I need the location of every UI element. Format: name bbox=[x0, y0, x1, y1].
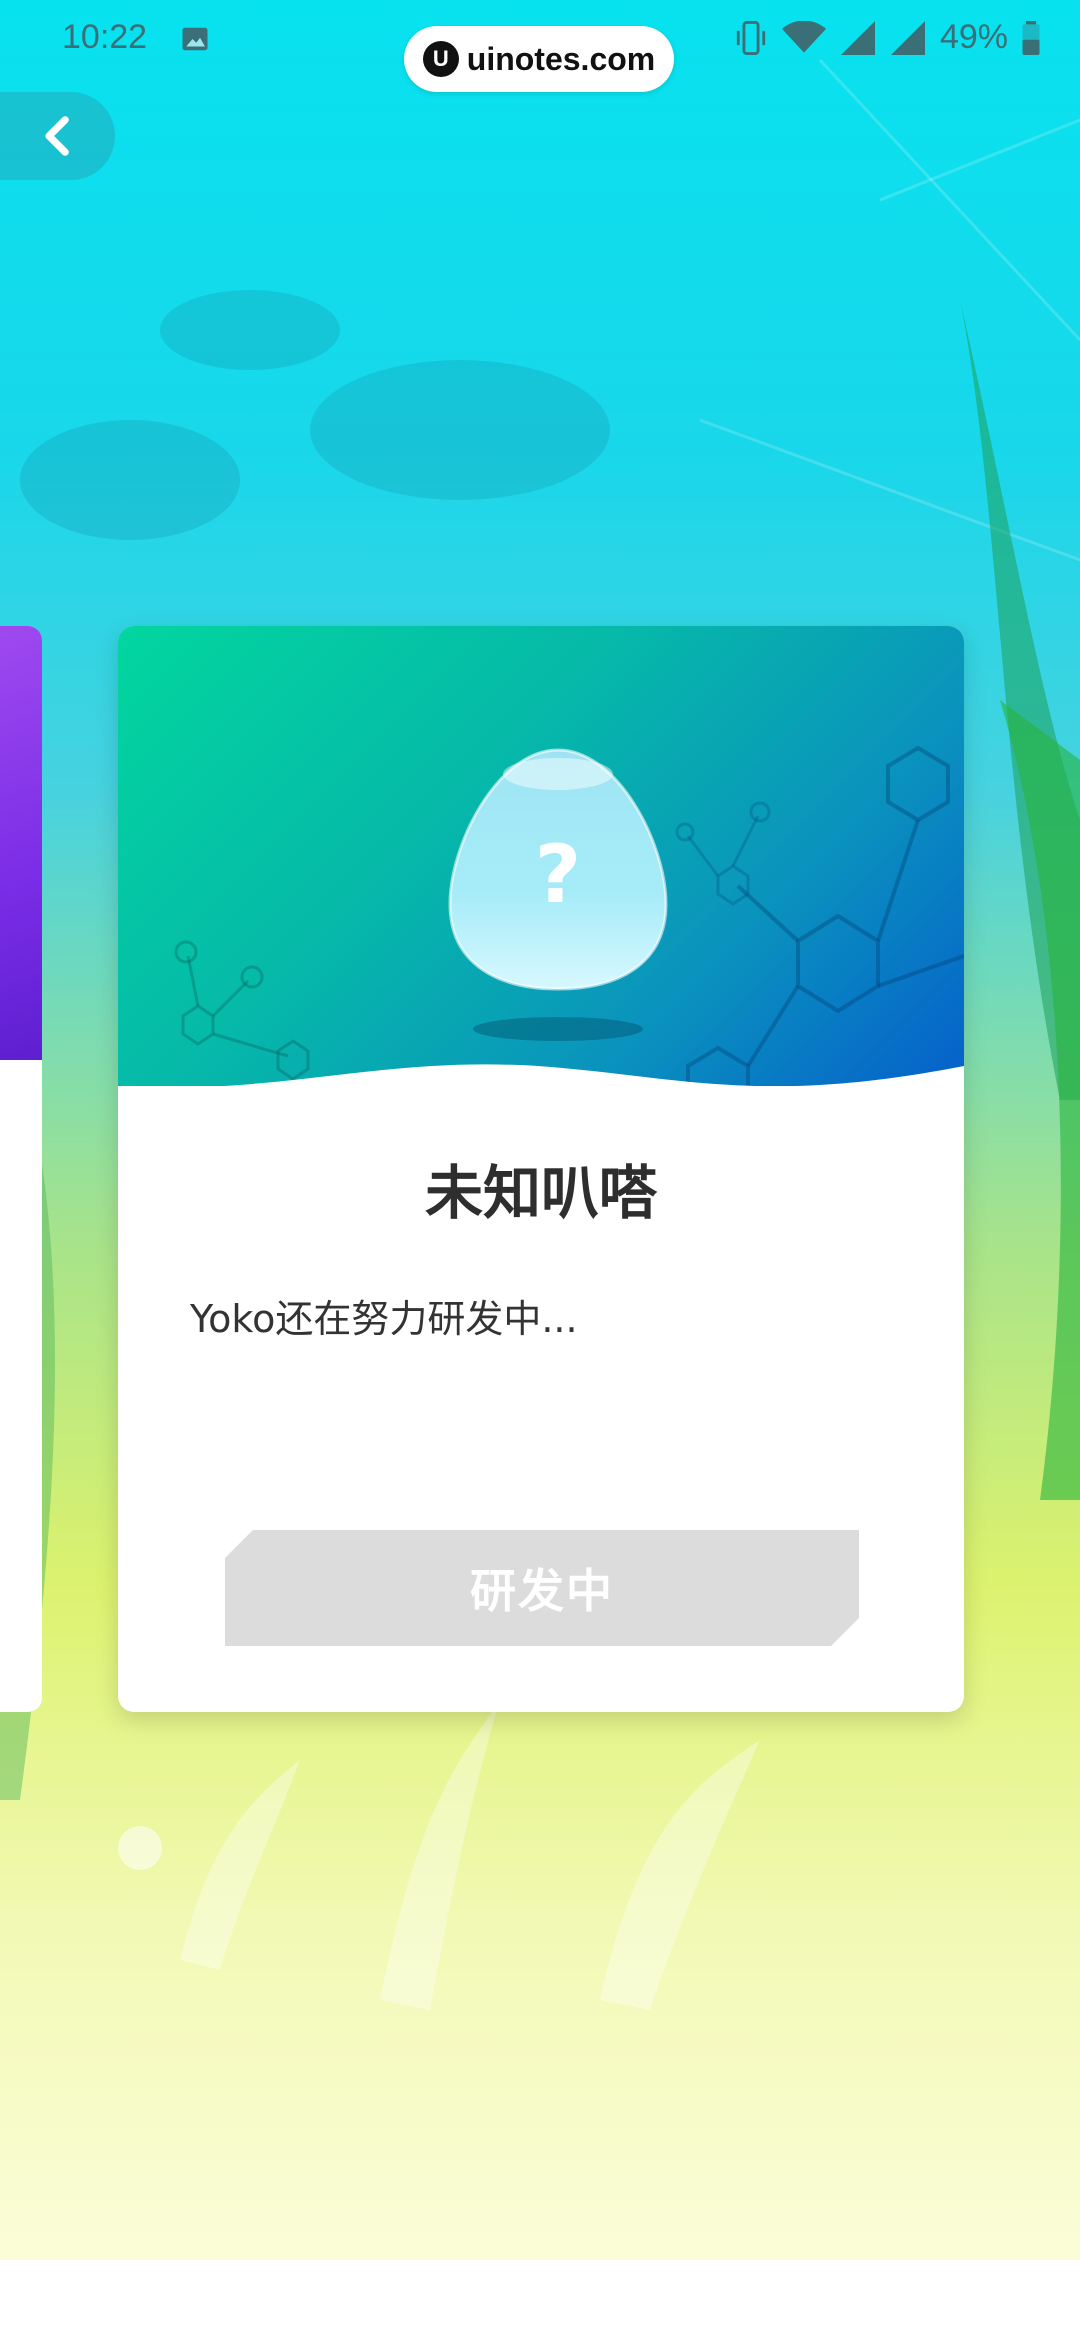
chevron-left-icon bbox=[44, 116, 69, 156]
signal-icon bbox=[840, 20, 875, 55]
back-button[interactable] bbox=[0, 92, 115, 180]
bottom-band bbox=[0, 2260, 1080, 2340]
egg-question-mark: ? bbox=[535, 828, 581, 921]
battery-icon bbox=[1022, 20, 1040, 55]
previous-card[interactable] bbox=[0, 626, 42, 1712]
card-description: Yoko还在努力研发中... bbox=[190, 1297, 578, 1341]
status-time: 10:22 bbox=[62, 18, 148, 56]
battery-percent: 49% bbox=[939, 18, 1008, 56]
vibrate-icon bbox=[736, 20, 766, 55]
in-development-label: 研发中 bbox=[470, 1564, 614, 1618]
gallery-icon bbox=[182, 27, 208, 51]
in-development-button[interactable]: 研发中 bbox=[225, 1530, 859, 1646]
previous-card-header bbox=[0, 626, 42, 1060]
watermark-text: uinotes.com bbox=[466, 40, 656, 77]
mystery-egg: ? bbox=[448, 744, 668, 1044]
status-icons: 49% bbox=[734, 18, 1040, 57]
card-title: 未知叭嗒 bbox=[424, 1159, 657, 1227]
card-wave-divider bbox=[118, 1064, 964, 1106]
card-header: ? bbox=[118, 626, 964, 1086]
signal-icon bbox=[890, 20, 925, 55]
status-bar: 10:22 U uinotes.com 49% bbox=[0, 0, 1080, 92]
creature-card[interactable]: ? 未知叭嗒 Yoko还在努力研发中... 研发中 bbox=[118, 626, 964, 1712]
watermark-logo: U bbox=[422, 41, 459, 77]
watermark-badge: U uinotes.com bbox=[404, 26, 674, 92]
wifi-icon bbox=[781, 20, 826, 53]
